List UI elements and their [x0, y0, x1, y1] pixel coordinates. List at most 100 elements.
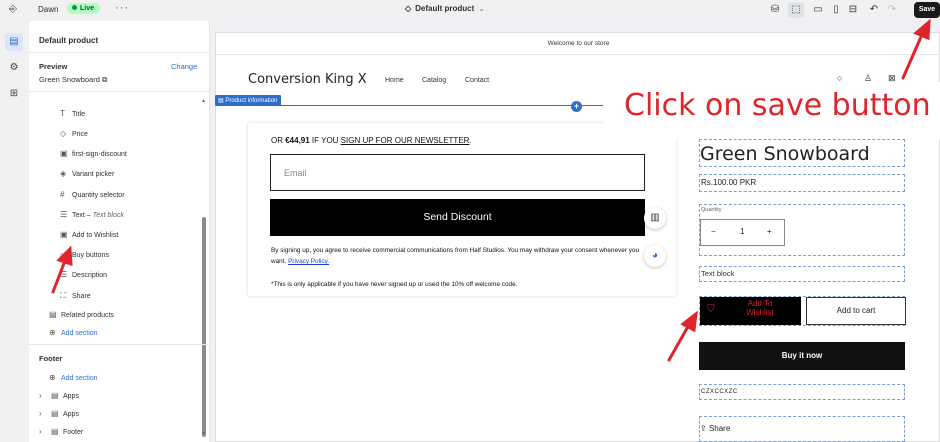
buy-it-now-button[interactable]: Buy it now — [699, 342, 905, 370]
undo-icon[interactable]: ↶ — [866, 2, 882, 18]
redo-icon[interactable]: ↷ — [884, 2, 900, 18]
sections-icon[interactable]: ▤ — [5, 33, 23, 51]
newsletter-link[interactable]: SIGN UP FOR OUR NEWSLETTER — [341, 136, 470, 145]
product-title: Green Snowboard — [699, 139, 905, 167]
scroll-up-arrow-icon[interactable]: ▲ — [201, 98, 206, 104]
divider — [29, 91, 210, 92]
footer-item-apps[interactable]: › ▤ Apps — [39, 391, 79, 400]
fullscreen-icon[interactable]: ⊟ — [845, 2, 861, 18]
section-item-related-products[interactable]: ▤ Related products — [49, 310, 114, 319]
block-label: Variant picker — [72, 171, 115, 178]
popup-offer: OR €44,91 IF YOU SIGN UP FOR OUR NEWSLET… — [271, 136, 472, 145]
offer-amount: €44,91 — [285, 136, 310, 145]
block-item-text-block[interactable]: ☰ Text – Text block — [60, 210, 124, 219]
apps-icon[interactable]: ⊞ — [5, 85, 23, 103]
change-link[interactable]: Change — [171, 62, 197, 71]
email-field[interactable]: Email — [270, 154, 645, 191]
announcement-bar: Welcome to our store — [216, 33, 940, 55]
block-label: Quantity selector — [72, 192, 125, 199]
popup-legal-text: By signing up, you agree to receive comm… — [271, 245, 646, 267]
privacy-policy-link[interactable]: Privacy Policy. — [288, 258, 329, 265]
divider — [29, 52, 210, 53]
footer-item-footer[interactable]: › ▤ Footer — [39, 427, 83, 436]
product-price: Rs.100.00 PKR — [699, 174, 905, 192]
block-label: Share — [72, 293, 91, 300]
variant-icon: ◈ — [60, 169, 67, 178]
footer-add-section-link[interactable]: ⊕ Add section — [49, 373, 98, 382]
nav-link-catalog[interactable]: Catalog — [422, 77, 446, 84]
add-section-label: Add section — [61, 375, 98, 382]
block-item-variant-picker[interactable]: ◈ Variant picker — [60, 169, 114, 178]
block-item-add-to-wishlist[interactable]: ▣ Add to Wishlist — [60, 230, 118, 239]
block-label: Buy buttons — [72, 252, 109, 259]
section-tag-label: Product information — [225, 98, 278, 104]
footer-item-apps[interactable]: › ▤ Apps — [39, 409, 79, 418]
block-label: Title — [72, 111, 85, 118]
text-block: Text block — [699, 266, 905, 282]
quantity-stepper[interactable]: − 1 + — [700, 219, 785, 246]
add-to-cart-button[interactable]: Add to cart — [806, 297, 906, 325]
database-icon[interactable]: ⛁ — [767, 2, 783, 18]
custom-text-block: CZXCCXZC — [699, 384, 905, 400]
scrollbar-thumb[interactable] — [202, 217, 206, 437]
page-selector[interactable]: ◇ Default product ⌄ — [405, 4, 485, 13]
buy-buttons-row: ⛉ Add To Wishlist Add to cart — [699, 296, 906, 326]
scroll-down-arrow-icon[interactable]: ▼ — [201, 431, 206, 437]
block-item-buy-buttons[interactable]: ▭ Buy buttons — [60, 250, 109, 259]
footer-item-label: Apps — [63, 393, 79, 400]
minus-icon[interactable]: − — [711, 227, 716, 236]
plus-circle-icon: ⊕ — [49, 328, 56, 337]
send-discount-button[interactable]: Send Discount — [270, 199, 645, 236]
preview-product-name: Green Snowboard — [39, 75, 100, 84]
image-icon: ▣ — [60, 230, 68, 239]
footer-item-label: Apps — [63, 411, 79, 418]
chevron-right-icon: › — [39, 391, 42, 400]
desktop-view-icon[interactable]: ▭ — [810, 2, 826, 18]
page-label: Default product — [415, 4, 475, 13]
block-label: Text – — [72, 212, 93, 219]
block-item-description[interactable]: ☰ Description — [60, 270, 107, 279]
share-block[interactable]: ⇪ Share — [699, 416, 905, 442]
block-item-share[interactable]: ⛶ Share — [60, 291, 91, 301]
block-item-quantity-selector[interactable]: # Quantity selector — [60, 190, 125, 199]
share-icon: ⇪ — [700, 424, 709, 433]
footer-item-label: Footer — [63, 429, 84, 436]
section-tag[interactable]: ▤ Product information — [215, 95, 282, 106]
theme-name[interactable]: Dawn — [38, 5, 58, 14]
chevron-right-icon: › — [39, 427, 42, 436]
nav-link-contact[interactable]: Contact — [465, 77, 489, 84]
save-button[interactable]: Save — [914, 2, 940, 18]
quantity-label: Quantity — [701, 207, 722, 213]
wishlist-label: Add To Wishlist — [746, 299, 774, 317]
title-icon: T — [60, 109, 65, 118]
block-label: Add to Wishlist — [72, 232, 119, 239]
quantity-value[interactable]: 1 — [740, 227, 744, 236]
popup-note: *This is only applicable if you have nev… — [271, 281, 518, 288]
block-item-first-sign-discount[interactable]: ▣ first-sign-discount — [60, 149, 127, 158]
quantity-block: Quantity − 1 + — [699, 204, 905, 256]
add-section-link[interactable]: ⊕ Add section — [49, 328, 98, 337]
section-icon: ▤ — [51, 409, 59, 418]
inspector-icon[interactable]: ⬚ — [788, 2, 804, 18]
exit-icon[interactable]: ⎆ — [9, 4, 17, 15]
add-to-wishlist-button[interactable]: ⛉ Add To Wishlist — [700, 297, 801, 325]
add-section-plus-icon[interactable]: + — [571, 101, 582, 112]
block-item-title[interactable]: T Title — [60, 109, 85, 118]
nav-link-home[interactable]: Home — [385, 77, 404, 84]
external-link-icon[interactable]: ⧉ — [102, 75, 107, 84]
book-icon[interactable]: ▥ — [644, 207, 666, 229]
plus-circle-icon: ⊕ — [49, 373, 56, 382]
more-icon[interactable]: ··· — [115, 2, 129, 14]
settings-gear-icon[interactable]: ⚙ — [5, 59, 23, 77]
offer-end: . — [469, 136, 472, 145]
mobile-view-icon[interactable]: ▯ — [828, 2, 844, 18]
tag-icon: ◇ — [405, 4, 412, 13]
store-logo[interactable]: Conversion King X — [248, 72, 367, 87]
block-item-price[interactable]: ◇ Price — [60, 129, 88, 138]
globe-icon[interactable]: ◕ — [644, 245, 666, 267]
section-label: Related products — [61, 312, 114, 319]
plus-icon[interactable]: + — [767, 227, 772, 236]
share-label: Share — [708, 424, 731, 433]
text-lines-icon: ☰ — [60, 270, 68, 279]
button-icon: ▭ — [60, 250, 68, 259]
